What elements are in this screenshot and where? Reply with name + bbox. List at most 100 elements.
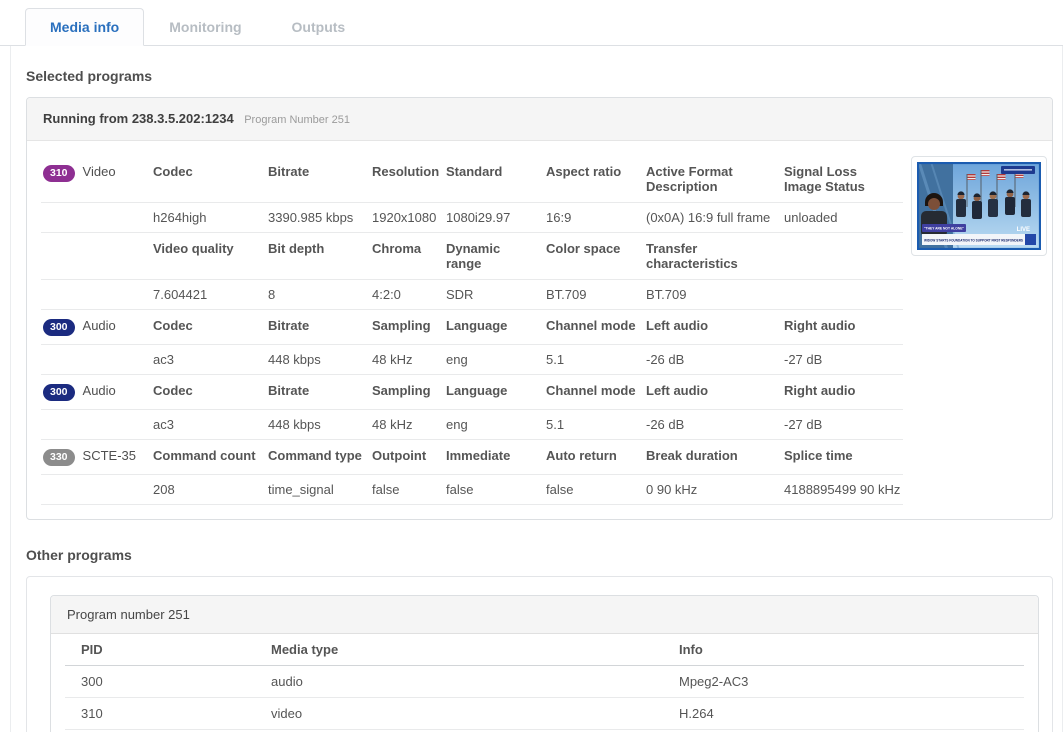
- column-header: Language: [444, 375, 544, 410]
- value-cell: 4:2:0: [370, 280, 444, 310]
- stream-value-row: 208time_signalfalsefalsefalse0 90 kHz418…: [41, 475, 903, 505]
- column-header: Auto return: [544, 440, 644, 475]
- value-cell: 7.604421: [151, 280, 266, 310]
- value-cell: time_signal: [266, 475, 370, 505]
- pid-column-header: Info: [663, 634, 1024, 666]
- column-header: Break duration: [644, 440, 782, 475]
- chyron-text: "THEY ARE NOT ALONE": [924, 227, 964, 231]
- column-header: Left audio: [644, 310, 782, 345]
- channel-logo-box: [1025, 234, 1036, 245]
- column-header: Sampling: [370, 375, 444, 410]
- value-cell: false: [370, 475, 444, 505]
- column-header: Left audio: [644, 375, 782, 410]
- empty-cell: [41, 410, 151, 440]
- other-programs-card: Program number 251 PIDMedia typeInfo300a…: [26, 576, 1053, 732]
- value-cell: SDR: [444, 280, 544, 310]
- empty-cell: [41, 280, 151, 310]
- column-header: Resolution: [370, 156, 444, 203]
- pid-table-wrap: PIDMedia typeInfo300audioMpeg2-AC3310vid…: [51, 634, 1038, 732]
- pid-row: 300audioMpeg2-AC3: [65, 666, 1024, 698]
- stream-source-header: Running from 238.3.5.202:1234 Program Nu…: [27, 98, 1052, 141]
- column-header: Aspect ratio: [544, 156, 644, 203]
- column-header: Bitrate: [266, 310, 370, 345]
- value-cell: 448 kbps: [266, 410, 370, 440]
- column-header: Immediate: [444, 440, 544, 475]
- value-cell: BT.709: [644, 280, 782, 310]
- pid-badge: 330: [43, 449, 75, 466]
- selected-programs-heading: Selected programs: [26, 68, 1053, 84]
- value-cell: h264high: [151, 203, 266, 233]
- column-header: Outpoint: [370, 440, 444, 475]
- column-header: Codec: [151, 156, 266, 203]
- stream-header-row: Video qualityBit depthChromaDynamic rang…: [41, 233, 903, 280]
- value-cell: -27 dB: [782, 345, 903, 375]
- pid-badge: 300: [43, 384, 75, 401]
- stream-source-title: Running from 238.3.5.202:1234: [43, 111, 234, 126]
- value-cell: false: [444, 475, 544, 505]
- column-header: [782, 233, 903, 280]
- video-preview-thumbnail: "THEY ARE NOT ALONE" LIVE WIDOW STARTS F…: [911, 156, 1047, 256]
- value-cell: false: [544, 475, 644, 505]
- column-header: Command count: [151, 440, 266, 475]
- empty-cell: [41, 475, 151, 505]
- empty-cell: [41, 345, 151, 375]
- value-cell: ac3: [151, 345, 266, 375]
- pid-column-header: Media type: [255, 634, 663, 666]
- column-header: Splice time: [782, 440, 903, 475]
- stream-type-cell: [41, 233, 151, 280]
- tab-outputs[interactable]: Outputs: [267, 8, 371, 46]
- value-cell: 48 kHz: [370, 410, 444, 440]
- value-cell: [782, 280, 903, 310]
- column-header: Right audio: [782, 310, 903, 345]
- stream-header-row: 330 SCTE-35 Command countCommand typeOutpo…: [41, 440, 903, 475]
- column-header: Color space: [544, 233, 644, 280]
- selected-program-card: Running from 238.3.5.202:1234 Program Nu…: [26, 97, 1053, 520]
- tab-bar: Media info Monitoring Outputs: [0, 0, 1063, 46]
- value-cell: 4188895499 90 kHz: [782, 475, 903, 505]
- value-cell: 0 90 kHz: [644, 475, 782, 505]
- live-label: LIVE: [1017, 227, 1030, 233]
- column-header: Bit depth: [266, 233, 370, 280]
- value-cell: 1080i29.97: [444, 203, 544, 233]
- value-cell: 16:9: [544, 203, 644, 233]
- column-header: Channel mode: [544, 310, 644, 345]
- value-cell: -27 dB: [782, 410, 903, 440]
- pid-cell: audio: [255, 666, 663, 698]
- stream-type-label: SCTE-35: [83, 448, 136, 463]
- stream-value-row: ac3448 kbps48 kHzeng5.1-26 dB-27 dB: [41, 410, 903, 440]
- empty-cell: [41, 203, 151, 233]
- column-header: Bitrate: [266, 156, 370, 203]
- pid-header-row: PIDMedia typeInfo: [65, 634, 1024, 666]
- news-frame-image: "THEY ARE NOT ALONE" LIVE WIDOW STARTS F…: [917, 162, 1041, 250]
- stream-details-body: 310VideoCodecBitrateResolutionStandardAs…: [27, 141, 1052, 519]
- column-header: Video quality: [151, 233, 266, 280]
- value-cell: unloaded: [782, 203, 903, 233]
- column-header: Chroma: [370, 233, 444, 280]
- column-header: Command type: [266, 440, 370, 475]
- tab-media-info[interactable]: Media info: [25, 8, 144, 46]
- value-cell: 5.1: [544, 410, 644, 440]
- pid-cell: Mpeg2-AC3: [663, 666, 1024, 698]
- column-header: Channel mode: [544, 375, 644, 410]
- column-header: Language: [444, 310, 544, 345]
- column-header: Active Format Description: [644, 156, 782, 203]
- stream-type-label: Video: [83, 164, 116, 179]
- pid-cell: 310: [65, 698, 255, 730]
- stream-header-row: 300AudioCodecBitrateSamplingLanguageChan…: [41, 310, 903, 345]
- tab-monitoring[interactable]: Monitoring: [144, 8, 266, 46]
- column-header: Dynamic range: [444, 233, 544, 280]
- stream-type-cell: 300Audio: [41, 375, 151, 410]
- pid-badge: 310: [43, 165, 75, 182]
- value-cell: 448 kbps: [266, 345, 370, 375]
- program-251-card: Program number 251 PIDMedia typeInfo300a…: [50, 595, 1039, 732]
- stream-header-row: 310VideoCodecBitrateResolutionStandardAs…: [41, 156, 903, 203]
- banner-text: WIDOW STARTS FOUNDATION TO SUPPORT FIRST…: [924, 237, 1023, 242]
- column-header: Sampling: [370, 310, 444, 345]
- stream-program-number: Program Number 251: [244, 114, 350, 126]
- column-header: Codec: [151, 310, 266, 345]
- stream-type-cell: 330 SCTE-35: [41, 440, 151, 475]
- pid-cell: 300: [65, 666, 255, 698]
- program-number-header: Program number 251: [51, 596, 1038, 634]
- pid-badge: 300: [43, 319, 75, 336]
- value-cell: 1920x1080: [370, 203, 444, 233]
